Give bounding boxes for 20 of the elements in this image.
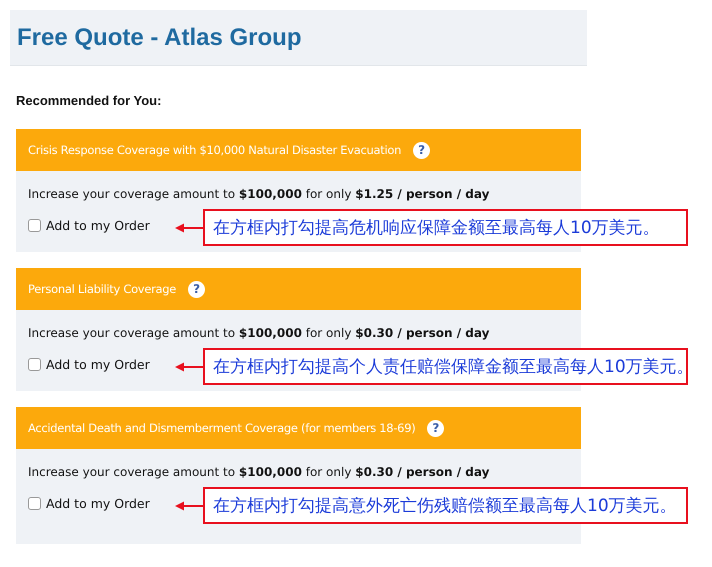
coverage-description: Increase your coverage amount to $100,000 for only $1.25 / person / day <box>28 186 490 203</box>
add-to-order-checkbox[interactable]: Add to my Order <box>28 218 150 232</box>
coverage-description: Increase your coverage amount to $100,000 for only $0.30 / person / day <box>28 464 490 481</box>
coverage-title: Accidental Death and Dismemberment Coverage (for members 18-69) <box>28 421 416 435</box>
help-icon[interactable]: ? <box>427 420 444 436</box>
section-heading: Recommended for You: <box>16 93 162 109</box>
annotation-callout: 在方框内打勾提高意外死亡伤残赔偿额至最高每人10万美元。 <box>203 487 688 524</box>
coverage-title: Personal Liability Coverage <box>28 282 176 296</box>
coverage-description: Increase your coverage amount to $100,000 for only $0.30 / person / day <box>28 325 490 342</box>
annotation-callout: 在方框内打勾提高危机响应保障金额至最高每人10万美元。 <box>203 209 688 246</box>
coverage-title: Crisis Response Coverage with $10,000 Natural Disaster Evacuation <box>28 143 402 157</box>
arrow-icon <box>175 362 203 372</box>
arrow-icon <box>175 222 203 232</box>
help-icon[interactable]: ? <box>413 142 430 158</box>
help-icon[interactable]: ? <box>188 280 206 298</box>
add-to-order-checkbox[interactable]: Add to my Order <box>28 356 150 372</box>
annotation-callout: 在方框内打勾提高个人责任赔偿保障金额至最高每人10万美元。 <box>203 348 688 385</box>
add-to-order-checkbox[interactable]: Add to my Order <box>28 496 150 510</box>
page-title: Free Quote - Atlas Group <box>17 24 302 52</box>
arrow-icon <box>175 500 203 510</box>
